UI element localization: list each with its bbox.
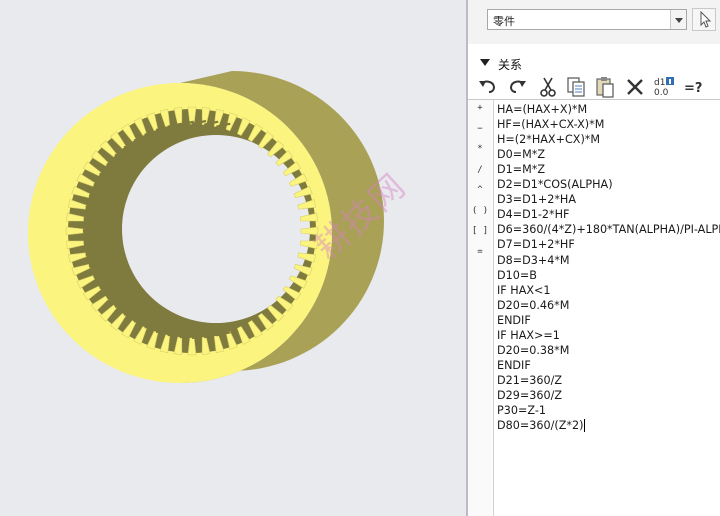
relation-line[interactable]: D20=0.46*M [497,298,569,313]
relations-panel: 零件 关系 d1 0.0 =? + − * / ^ () [] = HA=(… [468,0,720,516]
relation-line[interactable]: D0=M*Z [497,147,545,162]
operator-button[interactable]: ^ [468,185,492,195]
text-caret [584,419,585,432]
relation-line[interactable]: HF=(HAX+CX-X)*M [497,117,604,132]
operator-button[interactable]: = [468,247,492,257]
relation-line[interactable]: D6=360/(4*Z)+180*TAN(ALPHA)/PI-ALPHA [497,222,720,237]
relation-line[interactable]: HA=(HAX+X)*M [497,102,587,117]
gear-model[interactable] [0,0,466,516]
operator-button[interactable]: [ ] [468,226,492,236]
relation-line[interactable]: D1=M*Z [497,162,545,177]
copy-icon [567,77,585,97]
operator-palette: + − * / ^ ( ) [ ] = [468,100,492,516]
relations-text-area[interactable]: HA=(HAX+X)*M HF=(HAX+CX-X)*M H=(2*HAX+CX)*… [493,100,720,516]
operator-button[interactable]: + [468,103,492,113]
paste-icon [596,77,614,98]
scope-dropdown[interactable]: 零件 [487,9,687,30]
undo-button[interactable] [476,75,500,99]
select-pointer-button[interactable] [692,8,716,31]
relations-editor: + − * / ^ ( ) [ ] = HA=(HAX+X)*M HF=(HAX+CX-X)*M… [468,99,720,516]
copy-button[interactable] [564,75,588,99]
relation-line[interactable]: D3=D1+2*HA [497,192,576,207]
relation-line[interactable]: D29=360/Z [497,388,562,403]
delete-icon [627,79,643,95]
values-label-top: d1 [654,78,665,88]
relation-line[interactable]: D7=D1+2*HF [497,237,575,252]
relation-line[interactable]: D21=360/Z [497,373,562,388]
display-values-button[interactable]: d1 0.0 [652,75,676,99]
panel-header: 零件 [468,0,720,44]
relation-line[interactable]: IF HAX>=1 [497,328,560,343]
relation-line[interactable]: IF HAX<1 [497,283,551,298]
model-viewport[interactable]: 耕技网 [0,0,466,516]
verify-icon: =? [684,81,702,96]
verify-label: =? [684,81,702,96]
collapse-triangle-icon[interactable] [480,59,490,66]
relation-line[interactable]: D80=360/(Z*2) [497,418,583,433]
cursor-arrow-icon [700,10,712,28]
verify-button[interactable]: =? [683,75,707,99]
operator-button[interactable]: ( ) [468,206,492,216]
scope-dropdown-value: 零件 [493,15,515,28]
relation-line[interactable]: ENDIF [497,358,531,373]
display-values-icon: d1 0.0 [654,77,674,98]
delete-button[interactable] [623,75,647,99]
relation-line[interactable]: D2=D1*COS(ALPHA) [497,177,613,192]
relation-line[interactable]: H=(2*HAX+CX)*M [497,132,600,147]
relations-toolbar: d1 0.0 =? [476,75,716,99]
relations-section-title: 关系 [498,58,523,72]
redo-button[interactable] [505,75,529,99]
operator-button[interactable]: / [468,165,492,175]
relation-line[interactable]: D10=B [497,268,537,283]
relation-line[interactable]: ENDIF [497,313,531,328]
operator-button[interactable]: * [468,144,492,154]
chevron-down-icon[interactable] [670,10,686,29]
paste-button[interactable] [593,75,617,99]
values-label-bottom: 0.0 [654,88,669,98]
relation-line[interactable]: D8=D3+4*M [497,253,570,268]
cut-button[interactable] [536,75,560,99]
relation-line[interactable]: D20=0.38*M [497,343,569,358]
undo-icon [479,80,496,93]
relation-line[interactable]: D4=D1-2*HF [497,207,569,222]
cut-icon [540,77,556,97]
operator-button[interactable]: − [468,124,492,134]
relation-line[interactable]: P30=Z-1 [497,403,546,418]
redo-icon [509,80,526,93]
